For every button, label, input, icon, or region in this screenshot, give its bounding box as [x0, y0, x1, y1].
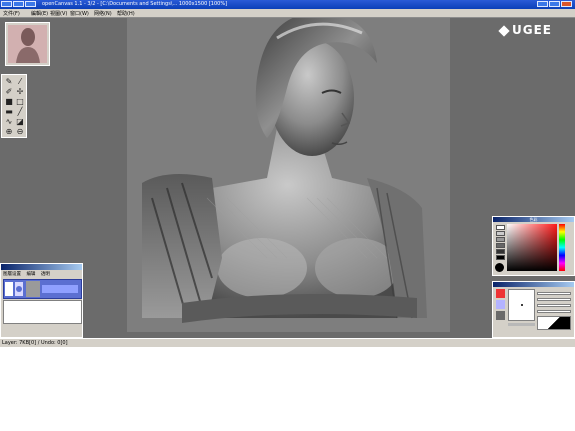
zoom-in-icon[interactable]: ⊕: [4, 127, 14, 136]
menu-bar: 文件(F) 編輯(E) 視圖(V) 窗口(W) 网络(N) 帮助(H): [0, 9, 575, 18]
brush-density-slider[interactable]: [537, 298, 571, 301]
curve-tool-icon[interactable]: ∿: [4, 117, 14, 126]
ugee-diamond-icon: [498, 24, 510, 37]
layer-thumbnail: [26, 281, 40, 297]
close-button[interactable]: [561, 1, 572, 7]
navigator-panel[interactable]: [5, 22, 50, 66]
ugee-logo: UGEE: [498, 23, 552, 37]
panel-toggle-button-2[interactable]: [13, 1, 24, 7]
thumbnail-bust: [8, 25, 47, 63]
fill-tool-icon[interactable]: ■: [4, 97, 14, 106]
current-color-circle[interactable]: [495, 263, 504, 272]
brush-tool-icon[interactable]: ⁄: [15, 77, 25, 86]
ugee-logo-text: UGEE: [512, 23, 552, 37]
color-swatch[interactable]: [496, 243, 505, 248]
color-swatch[interactable]: [496, 231, 505, 236]
tool-palette: ✎ ⁄ ✐ ✢ ■ □ ▬ ╱ ∿ ◪ ⊕ ⊖: [1, 74, 27, 138]
panel-toggle-button-3[interactable]: [25, 1, 36, 7]
layer-list-empty-area[interactable]: [3, 300, 82, 324]
eraser-tool-icon[interactable]: ▬: [4, 107, 14, 116]
layer-panel-title[interactable]: [1, 264, 82, 270]
line-tool-icon[interactable]: ╱: [15, 107, 25, 116]
pressure-curve-box[interactable]: [537, 316, 571, 330]
zoom-out-icon[interactable]: ⊖: [15, 127, 25, 136]
app-window: openCanvas 1.1 - 3/2 - [C:\Documents and…: [0, 0, 575, 347]
menu-window[interactable]: 窗口(W): [70, 10, 89, 17]
color-swatch[interactable]: [496, 225, 505, 230]
saturation-value-picker[interactable]: [507, 224, 557, 271]
window-title: openCanvas 1.1 - 3/2 - [C:\Documents and…: [42, 1, 228, 7]
color-swatch[interactable]: [496, 237, 505, 242]
menu-file[interactable]: 文件(F): [3, 10, 20, 17]
tab-layer-opacity[interactable]: 透明: [41, 272, 50, 277]
title-bar-buttons-left[interactable]: [1, 1, 39, 8]
brush-panel-title[interactable]: [493, 282, 574, 287]
pen-tool-icon[interactable]: ✎: [4, 77, 14, 86]
shape-tool-icon[interactable]: ◪: [15, 117, 25, 126]
color-panel-title[interactable]: 色彩: [493, 217, 574, 222]
brush-mode-icon[interactable]: [496, 311, 505, 320]
drawing-canvas[interactable]: [127, 18, 450, 332]
color-swatch[interactable]: [496, 249, 505, 254]
menu-edit[interactable]: 編輯(E): [31, 10, 48, 17]
window-controls[interactable]: [537, 1, 573, 8]
navigator-thumbnail[interactable]: [8, 25, 47, 63]
menu-view[interactable]: 視圖(V): [50, 10, 67, 17]
brush-blur-slider[interactable]: [537, 304, 571, 307]
tab-layer-edit[interactable]: 编辑: [26, 272, 35, 277]
minimize-button[interactable]: [537, 1, 548, 7]
tab-layer-settings[interactable]: 图層设置: [3, 272, 21, 277]
airbrush-tool-icon[interactable]: ✐: [4, 87, 14, 96]
brush-preview: [508, 289, 535, 321]
brush-texture-icon[interactable]: [496, 300, 505, 309]
brush-size-slider[interactable]: [537, 292, 571, 295]
menu-help[interactable]: 帮助(H): [117, 10, 135, 17]
layer-row-selected[interactable]: [3, 279, 82, 299]
brush-panel: [492, 281, 575, 338]
title-bar[interactable]: openCanvas 1.1 - 3/2 - [C:\Documents and…: [0, 0, 575, 9]
maximize-button[interactable]: [549, 1, 560, 7]
layer-panel-tabs: 图層设置 编辑 透明: [3, 271, 54, 277]
brush-tip-dot: [521, 304, 523, 306]
brush-pressure-slider[interactable]: [537, 310, 571, 313]
move-tool-icon[interactable]: ✢: [15, 87, 25, 96]
color-panel: 色彩: [492, 216, 575, 276]
status-text: Layer: 7KB[0] / Undo: 0[0]: [2, 340, 68, 346]
menu-network[interactable]: 网络(N): [94, 10, 112, 17]
layer-row-graphics: [5, 281, 78, 297]
brush-color-icon[interactable]: [496, 289, 505, 298]
bust-painting: [142, 18, 427, 323]
layer-panel: 图層设置 编辑 透明: [0, 263, 83, 338]
layer-opacity-gradient: [42, 285, 78, 293]
brush-option-slider[interactable]: [508, 323, 535, 326]
status-bar: Layer: 7KB[0] / Undo: 0[0]: [0, 338, 575, 347]
color-swatch[interactable]: [496, 255, 505, 260]
layer-visibility-eye-icon: [5, 282, 13, 296]
select-tool-icon[interactable]: □: [15, 97, 25, 106]
hue-slider[interactable]: [559, 224, 565, 271]
panel-toggle-button-1[interactable]: [1, 1, 12, 7]
